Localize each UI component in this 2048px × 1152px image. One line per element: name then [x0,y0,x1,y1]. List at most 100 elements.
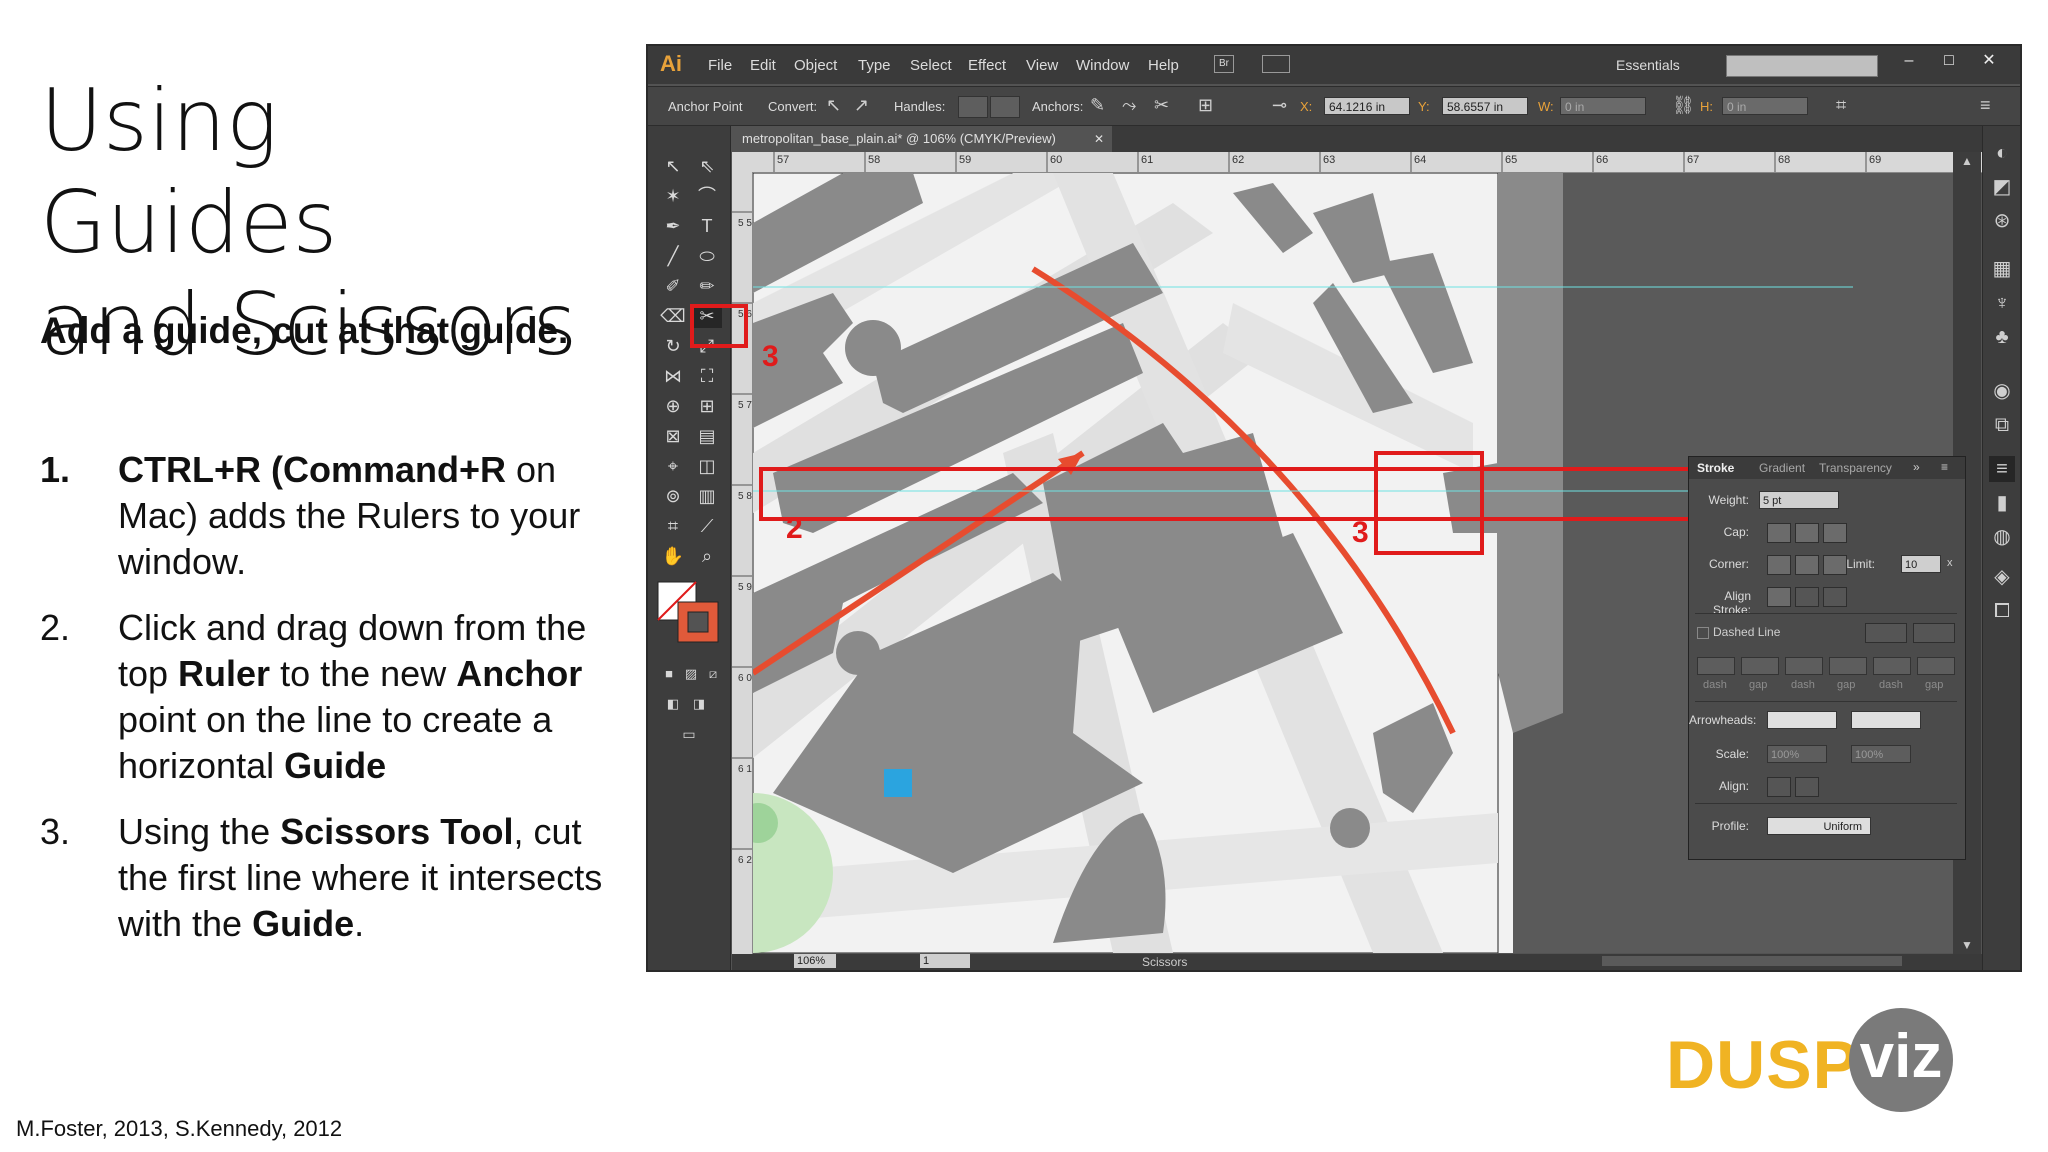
end-scale-field[interactable]: 100% [1851,745,1911,763]
lasso-tool-icon[interactable]: ⌒ [692,184,722,208]
zoom-tool-icon[interactable]: ⌕ [692,544,722,568]
hand-tool-icon[interactable]: ✋ [658,544,688,568]
dash-align-corners-button[interactable] [1913,623,1955,643]
isolate-icon[interactable]: ⌗ [1836,95,1846,116]
brushes-icon[interactable]: ♆ [1989,290,2015,316]
round-cap-button[interactable] [1795,523,1819,543]
eraser-tool-icon[interactable]: ⌫ [658,304,688,328]
gradient-tool-icon[interactable]: ▤ [692,424,722,448]
color-guide-icon[interactable]: ◩ [1989,174,2015,200]
cut-path-icon[interactable]: ✂ [1154,95,1169,116]
connect-anchor-icon[interactable]: ⤳ [1122,95,1136,116]
gradient-panel-icon[interactable]: ▮ [1989,490,2015,516]
kuler-icon[interactable]: ⊛ [1989,208,2015,234]
tab-gradient[interactable]: Gradient [1759,461,1805,475]
transparency-panel-icon[interactable]: ◍ [1989,524,2015,550]
align-center-button[interactable] [1767,587,1791,607]
dashed-line-checkbox[interactable] [1697,627,1709,639]
draw-behind-icon[interactable]: ◨ [684,692,714,716]
document-tab[interactable]: metropolitan_base_plain.ai* @ 106% (CMYK… [732,126,1112,152]
menu-window[interactable]: Window [1076,57,1129,74]
swatches-icon[interactable]: ▦ [1989,256,2015,282]
convert-smooth-icon[interactable]: ↗ [854,95,869,116]
top-ruler[interactable]: 57 58 59 60 61 62 63 64 65 66 67 68 69 [732,152,1982,173]
align-outside-button[interactable] [1823,587,1847,607]
arrow-align-tip-button[interactable] [1767,777,1791,797]
dash-align-exact-button[interactable] [1865,623,1907,643]
none-mode-icon[interactable]: ⧄ [698,662,728,686]
panel-menu-icon[interactable]: ≡ [1941,460,1948,474]
blend-tool-icon[interactable]: ◫ [692,454,722,478]
menu-effect[interactable]: Effect [968,57,1006,74]
symbol-sprayer-tool-icon[interactable]: ⊚ [658,484,688,508]
menu-view[interactable]: View [1026,57,1058,74]
mesh-tool-icon[interactable]: ⊠ [658,424,688,448]
search-input[interactable] [1726,55,1878,77]
pencil-tool-icon[interactable]: ✏ [692,274,722,298]
w-field[interactable]: 0 in [1560,97,1646,115]
scroll-up-icon[interactable]: ▲ [1961,154,1973,168]
free-transform-tool-icon[interactable]: ⛶ [692,364,722,388]
tab-transparency[interactable]: Transparency [1819,461,1892,475]
gap-field-1[interactable] [1741,657,1779,675]
show-handles-button[interactable] [958,96,988,118]
stroke-weight-field[interactable]: 5 pt [1759,491,1839,509]
butt-cap-button[interactable] [1767,523,1791,543]
miter-limit-field[interactable]: 10 [1901,555,1941,573]
menu-select[interactable]: Select [910,57,952,74]
artboards-icon[interactable]: ⧠ [1989,598,2015,624]
symbols-icon[interactable]: ♣ [1989,324,2015,350]
graphic-styles-icon[interactable]: ⧉ [1989,412,2015,438]
remove-anchor-icon[interactable]: ✎ [1090,95,1105,116]
x-field[interactable]: 64.1216 in [1324,97,1410,115]
horizontal-scrollbar[interactable] [1602,956,1902,966]
dash-field-2[interactable] [1785,657,1823,675]
tab-stroke[interactable]: Stroke [1697,461,1734,475]
zoom-level-field[interactable]: 106% [794,954,836,968]
h-field[interactable]: 0 in [1722,97,1808,115]
magic-wand-tool-icon[interactable]: ✶ [658,184,688,208]
line-segment-tool-icon[interactable]: ╱ [658,244,688,268]
y-field[interactable]: 58.6557 in [1442,97,1528,115]
transform-icon[interactable]: ⊸ [1272,95,1287,116]
menu-help[interactable]: Help [1148,57,1179,74]
menu-object[interactable]: Object [794,57,837,74]
dash-field-3[interactable] [1873,657,1911,675]
profile-select[interactable]: Uniform [1767,817,1871,835]
start-scale-field[interactable]: 100% [1767,745,1827,763]
appearance-icon[interactable]: ◉ [1989,378,2015,404]
close-icon[interactable]: ✕ [1974,50,2004,72]
end-arrowhead-select[interactable] [1851,711,1921,729]
screen-mode-icon[interactable]: ▭ [674,722,704,746]
menu-file[interactable]: File [708,57,732,74]
stroke-panel-icon[interactable]: ≡ [1989,456,2015,482]
minimize-icon[interactable]: – [1894,50,1924,72]
arrow-align-end-button[interactable] [1795,777,1819,797]
constrain-proportions-icon[interactable]: ⛓ [1672,95,1695,116]
artboard-tool-icon[interactable]: ⌗ [658,514,688,538]
menu-type[interactable]: Type [858,57,891,74]
arrange-documents-button[interactable] [1262,55,1290,73]
gap-field-2[interactable] [1829,657,1867,675]
menu-edit[interactable]: Edit [750,57,776,74]
workspace-switcher[interactable]: Essentials [1616,57,1680,73]
left-ruler[interactable]: 5 55 65 75 85 96 06 16 2 [732,172,753,954]
selection-tool-icon[interactable]: ↖ [658,154,688,178]
maximize-icon[interactable]: □ [1934,50,1964,72]
width-tool-icon[interactable]: ⋈ [658,364,688,388]
column-graph-tool-icon[interactable]: ▥ [692,484,722,508]
align-inside-button[interactable] [1795,587,1819,607]
align-icon[interactable]: ⊞ [1198,95,1213,116]
collapse-panel-icon[interactable]: » [1913,460,1920,474]
type-tool-icon[interactable]: T [692,214,722,238]
hide-handles-button[interactable] [990,96,1020,118]
direct-selection-tool-icon[interactable]: ⇖ [692,154,722,178]
bridge-button[interactable]: Br [1214,55,1234,73]
start-arrowhead-select[interactable] [1767,711,1837,729]
artboard-number-field[interactable]: 1 [920,954,970,968]
ellipse-tool-icon[interactable]: ⬭ [692,244,722,268]
scroll-down-icon[interactable]: ▼ [1961,938,1973,952]
gap-field-3[interactable] [1917,657,1955,675]
miter-join-button[interactable] [1767,555,1791,575]
paintbrush-tool-icon[interactable]: ✐ [658,274,688,298]
